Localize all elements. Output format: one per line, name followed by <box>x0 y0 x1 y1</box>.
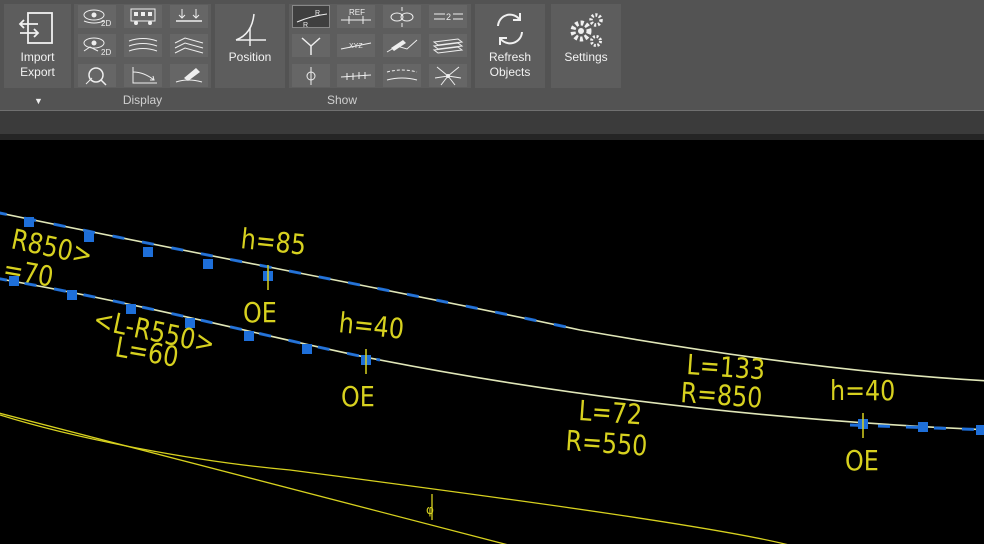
display-group-label: Display <box>122 93 163 107</box>
import-export-icon <box>18 12 53 44</box>
svg-text:2D: 2D <box>101 19 111 28</box>
radius-curve-icon[interactable]: RR <box>292 5 330 29</box>
survey-pen-icon[interactable] <box>383 34 421 57</box>
phi-symbol: φ <box>426 503 434 517</box>
drawing-canvas[interactable]: R850> =70 h=85 OE <L-R550> L=60 h=40 OE … <box>0 140 984 544</box>
refresh-objects-button[interactable]: Refresh Objects <box>475 4 545 88</box>
position-label: Position <box>228 50 272 64</box>
refresh-icon <box>497 13 523 45</box>
objects-label: Objects <box>489 65 531 79</box>
settings-button[interactable]: Settings <box>551 4 621 88</box>
bus-icon[interactable] <box>124 5 162 28</box>
label-oe-1: OE <box>243 297 277 329</box>
show-group-label: Show <box>326 93 358 107</box>
xyz-line-icon[interactable]: XYZ <box>337 34 375 57</box>
svg-text:R: R <box>303 22 308 29</box>
marker <box>203 259 213 269</box>
refresh-label: Refresh <box>488 50 532 64</box>
marker <box>918 422 928 432</box>
gears-icon <box>570 13 603 47</box>
2d-eye-alt-icon[interactable]: 2D <box>78 34 116 57</box>
label-h40-a: h=40 <box>337 307 405 346</box>
2d-eye-icon[interactable]: 2D <box>78 5 116 28</box>
layers-wave-icon[interactable] <box>124 34 162 57</box>
settings-label: Settings <box>564 50 608 64</box>
export-dropdown-icon[interactable]: ▼ <box>34 96 43 106</box>
y-branch-icon[interactable] <box>292 34 330 57</box>
chain-link-icon[interactable] <box>383 5 421 28</box>
marker <box>244 331 254 341</box>
svg-text:REF: REF <box>349 8 365 17</box>
label-r850: R=850 <box>679 377 763 415</box>
marker <box>302 344 312 354</box>
svg-text:2: 2 <box>446 12 451 22</box>
marker <box>143 247 153 257</box>
dashed-curve-icon[interactable] <box>383 64 421 87</box>
position-axis-icon <box>235 13 266 46</box>
export-label: Export <box>20 65 55 79</box>
curve-axis-icon[interactable] <box>124 64 162 87</box>
label-oe-2: OE <box>341 381 375 413</box>
label-h40-b: h=40 <box>830 375 895 407</box>
pen-surface-icon[interactable] <box>170 64 208 87</box>
ribbon-status-strip <box>0 110 984 134</box>
phi-marker-icon[interactable] <box>292 64 330 87</box>
svg-text:XYZ: XYZ <box>349 43 363 50</box>
ribbon-toolbar: Import Export ▼ 2D 2D Display Position R… <box>0 0 984 110</box>
terrain-layers-icon[interactable] <box>170 34 208 57</box>
stack-layers-icon[interactable] <box>429 34 467 57</box>
import-label: Import <box>20 50 55 64</box>
label-oe-3: OE <box>845 445 879 477</box>
svg-text:2D: 2D <box>101 48 111 57</box>
label-r550: R=550 <box>564 425 648 463</box>
marker <box>976 425 984 435</box>
import-export-button[interactable]: Import Export <box>4 4 71 88</box>
ticked-line-icon[interactable] <box>337 64 375 87</box>
zoom-circle-icon[interactable] <box>78 64 116 87</box>
position-button[interactable]: Position <box>215 4 285 88</box>
star-network-icon[interactable] <box>429 64 467 87</box>
reference-line-a <box>0 412 508 544</box>
svg-text:R: R <box>315 10 320 17</box>
equals-2-icon[interactable]: 2 <box>429 5 467 28</box>
level-arrows-icon[interactable] <box>170 5 208 28</box>
ref-line-icon[interactable]: REF <box>337 5 375 28</box>
annotations: R850> =70 h=85 OE <L-R550> L=60 h=40 OE … <box>1 223 896 477</box>
reference-line-b <box>0 414 788 544</box>
marker <box>67 290 77 300</box>
label-h85: h=85 <box>239 223 307 262</box>
